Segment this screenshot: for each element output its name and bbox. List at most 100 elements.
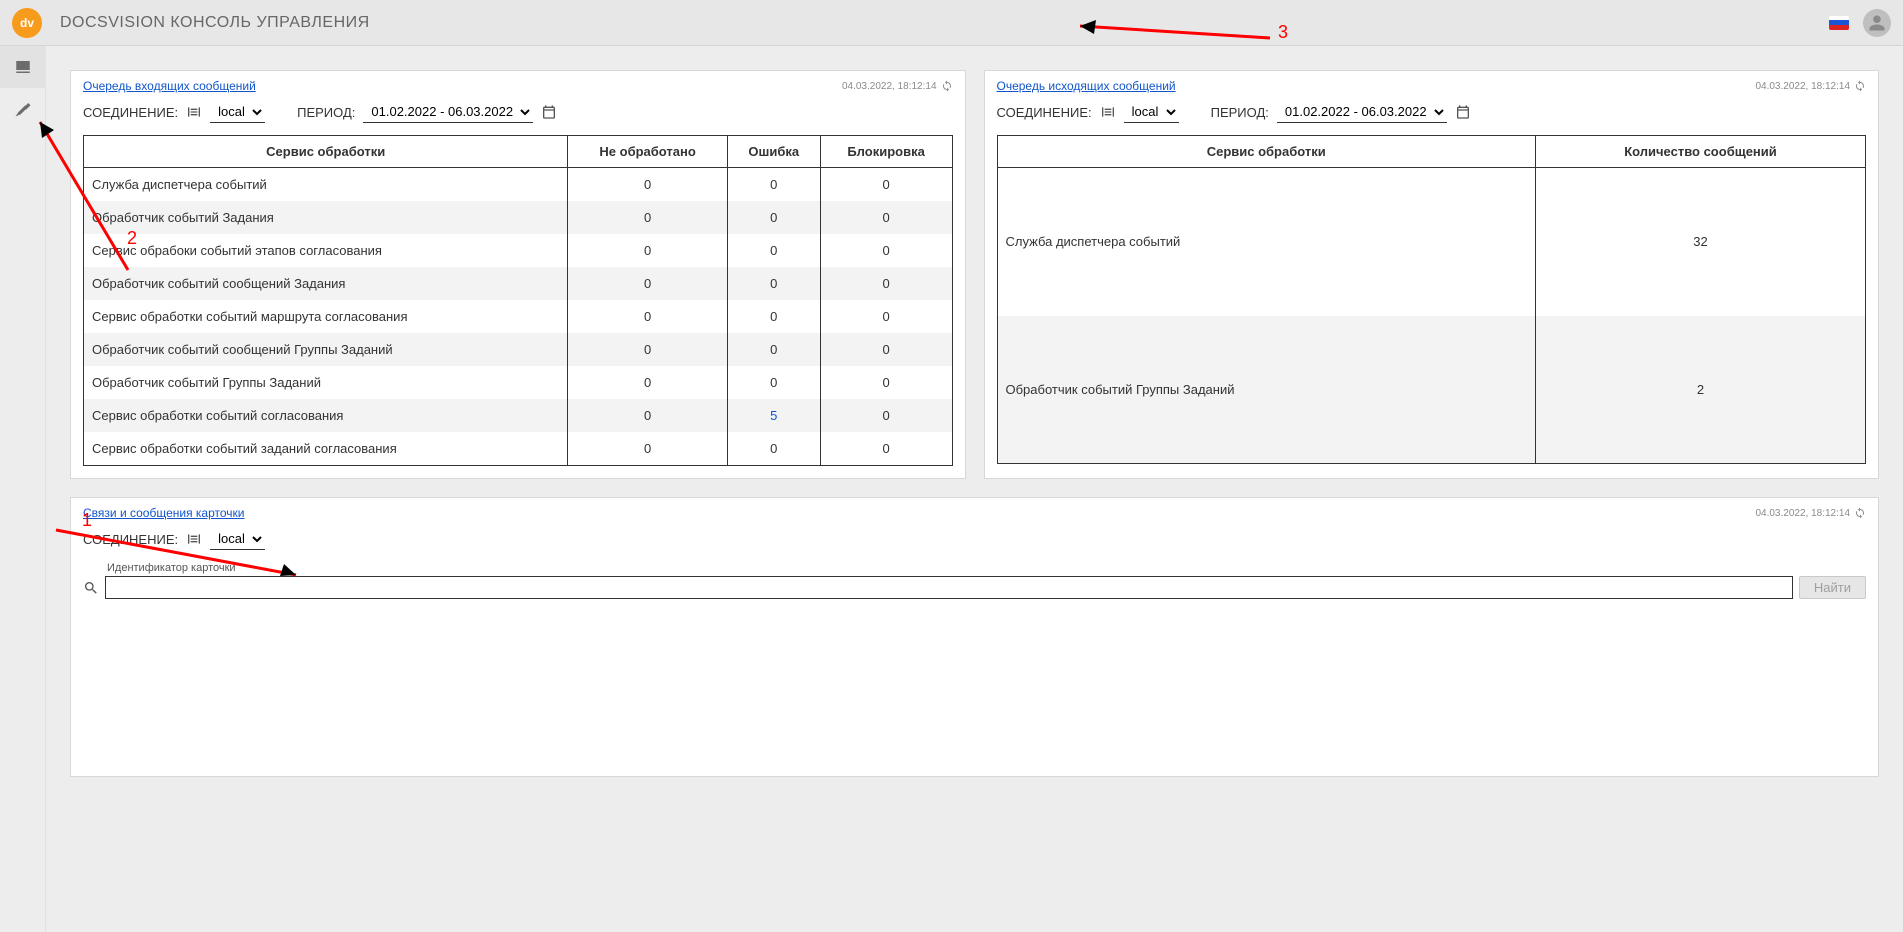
cell-error: 0 <box>727 366 820 399</box>
find-button[interactable]: Найти <box>1799 576 1866 599</box>
incoming-period-select[interactable]: 01.02.2022 - 06.03.2022 <box>363 101 533 123</box>
cell-unprocessed: 0 <box>568 234 727 267</box>
table-row: Сервис обрабоки событий этапов согласова… <box>84 234 953 267</box>
table-row: Обработчик событий сообщений Задания000 <box>84 267 953 300</box>
incoming-connection-select[interactable]: local <box>210 101 265 123</box>
outgoing-queue-link[interactable]: Очередь исходящих сообщений <box>997 79 1176 93</box>
cell-count: 2 <box>1535 316 1865 464</box>
left-sidebar <box>0 46 46 932</box>
cell-error: 0 <box>727 333 820 366</box>
outgoing-connection-select[interactable]: local <box>1124 101 1179 123</box>
table-row: Сервис обработки событий согласования050 <box>84 399 953 432</box>
cell-unprocessed: 0 <box>568 366 727 399</box>
card-links-link[interactable]: Связи и сообщения карточки <box>83 506 244 520</box>
connection-icon <box>186 104 202 120</box>
card-id-input[interactable] <box>105 576 1793 599</box>
cell-service: Сервис обработки событий маршрута соглас… <box>84 300 568 333</box>
table-row: Служба диспетчера событий32 <box>997 168 1866 316</box>
cell-blocked: 0 <box>820 234 952 267</box>
col-service: Сервис обработки <box>997 136 1535 168</box>
app-logo: dv <box>12 8 42 38</box>
nav-dashboard[interactable] <box>0 46 46 88</box>
col-blocked: Блокировка <box>820 136 952 168</box>
cell-service: Обработчик событий Группы Заданий <box>997 316 1535 464</box>
cell-unprocessed: 0 <box>568 300 727 333</box>
cell-error: 0 <box>727 201 820 234</box>
incoming-queue-link[interactable]: Очередь входящих сообщений <box>83 79 256 93</box>
table-row: Обработчик событий Группы Заданий2 <box>997 316 1866 464</box>
cell-unprocessed: 0 <box>568 333 727 366</box>
col-service: Сервис обработки <box>84 136 568 168</box>
cell-unprocessed: 0 <box>568 168 727 202</box>
cell-blocked: 0 <box>820 300 952 333</box>
cell-service: Сервис обработки событий согласования <box>84 399 568 432</box>
incoming-timestamp: 04.03.2022, 18:12:14 <box>842 80 953 92</box>
cell-blocked: 0 <box>820 333 952 366</box>
connection-icon <box>186 531 202 547</box>
table-row: Сервис обработки событий маршрута соглас… <box>84 300 953 333</box>
table-row: Служба диспетчера событий000 <box>84 168 953 202</box>
card-links-card: Связи и сообщения карточки 04.03.2022, 1… <box>70 497 1879 777</box>
connection-label: СОЕДИНЕНИЕ: <box>83 532 178 547</box>
cell-count: 32 <box>1535 168 1865 316</box>
search-icon <box>83 580 99 596</box>
cell-blocked: 0 <box>820 267 952 300</box>
app-title: DOCSVISION КОНСОЛЬ УПРАВЛЕНИЯ <box>60 14 370 32</box>
period-label: ПЕРИОД: <box>297 105 355 120</box>
cell-unprocessed: 0 <box>568 201 727 234</box>
table-row: Обработчик событий сообщений Группы Зада… <box>84 333 953 366</box>
cell-error[interactable]: 5 <box>727 399 820 432</box>
cell-service: Обработчик событий сообщений Группы Зада… <box>84 333 568 366</box>
content-area: Очередь входящих сообщений 04.03.2022, 1… <box>46 46 1903 932</box>
connection-label: СОЕДИНЕНИЕ: <box>997 105 1092 120</box>
cell-service: Служба диспетчера событий <box>997 168 1535 316</box>
cell-blocked: 0 <box>820 432 952 466</box>
cell-service: Обработчик событий Группы Заданий <box>84 366 568 399</box>
refresh-icon[interactable] <box>1854 507 1866 519</box>
links-connection-select[interactable]: local <box>210 528 265 550</box>
user-avatar[interactable] <box>1863 9 1891 37</box>
period-label: ПЕРИОД: <box>1211 105 1269 120</box>
cell-blocked: 0 <box>820 168 952 202</box>
card-id-label: Идентификатор карточки <box>107 562 1866 574</box>
calendar-icon[interactable] <box>1455 104 1471 120</box>
incoming-table: Сервис обработки Не обработано Ошибка Бл… <box>83 135 953 466</box>
cell-service: Сервис обработки событий заданий согласо… <box>84 432 568 466</box>
cell-service: Сервис обрабоки событий этапов согласова… <box>84 234 568 267</box>
cell-service: Обработчик событий Задания <box>84 201 568 234</box>
col-count: Количество сообщений <box>1535 136 1865 168</box>
col-unprocessed: Не обработано <box>568 136 727 168</box>
cell-blocked: 0 <box>820 366 952 399</box>
table-row: Обработчик событий Группы Заданий000 <box>84 366 953 399</box>
cell-unprocessed: 0 <box>568 399 727 432</box>
cell-unprocessed: 0 <box>568 432 727 466</box>
incoming-queue-card: Очередь входящих сообщений 04.03.2022, 1… <box>70 70 966 479</box>
outgoing-queue-card: Очередь исходящих сообщений 04.03.2022, … <box>984 70 1880 479</box>
table-row: Сервис обработки событий заданий согласо… <box>84 432 953 466</box>
calendar-icon[interactable] <box>541 104 557 120</box>
col-error: Ошибка <box>727 136 820 168</box>
outgoing-period-select[interactable]: 01.02.2022 - 06.03.2022 <box>1277 101 1447 123</box>
cell-service: Обработчик событий сообщений Задания <box>84 267 568 300</box>
outgoing-table: Сервис обработки Количество сообщений Сл… <box>997 135 1867 464</box>
cell-error: 0 <box>727 234 820 267</box>
connection-label: СОЕДИНЕНИЕ: <box>83 105 178 120</box>
language-flag[interactable] <box>1829 16 1849 30</box>
refresh-icon[interactable] <box>941 80 953 92</box>
refresh-icon[interactable] <box>1854 80 1866 92</box>
nav-tools[interactable] <box>0 88 46 130</box>
annotation-3: 3 <box>1278 22 1288 43</box>
cell-error: 0 <box>727 432 820 466</box>
cell-error: 0 <box>727 168 820 202</box>
cell-blocked: 0 <box>820 201 952 234</box>
annotation-2: 2 <box>127 228 137 249</box>
links-timestamp: 04.03.2022, 18:12:14 <box>1755 507 1866 519</box>
outgoing-timestamp: 04.03.2022, 18:12:14 <box>1755 80 1866 92</box>
annotation-1: 1 <box>82 510 92 531</box>
cell-error: 0 <box>727 300 820 333</box>
cell-unprocessed: 0 <box>568 267 727 300</box>
cell-error: 0 <box>727 267 820 300</box>
cell-blocked: 0 <box>820 399 952 432</box>
cell-service: Служба диспетчера событий <box>84 168 568 202</box>
app-header: dv DOCSVISION КОНСОЛЬ УПРАВЛЕНИЯ <box>0 0 1903 46</box>
